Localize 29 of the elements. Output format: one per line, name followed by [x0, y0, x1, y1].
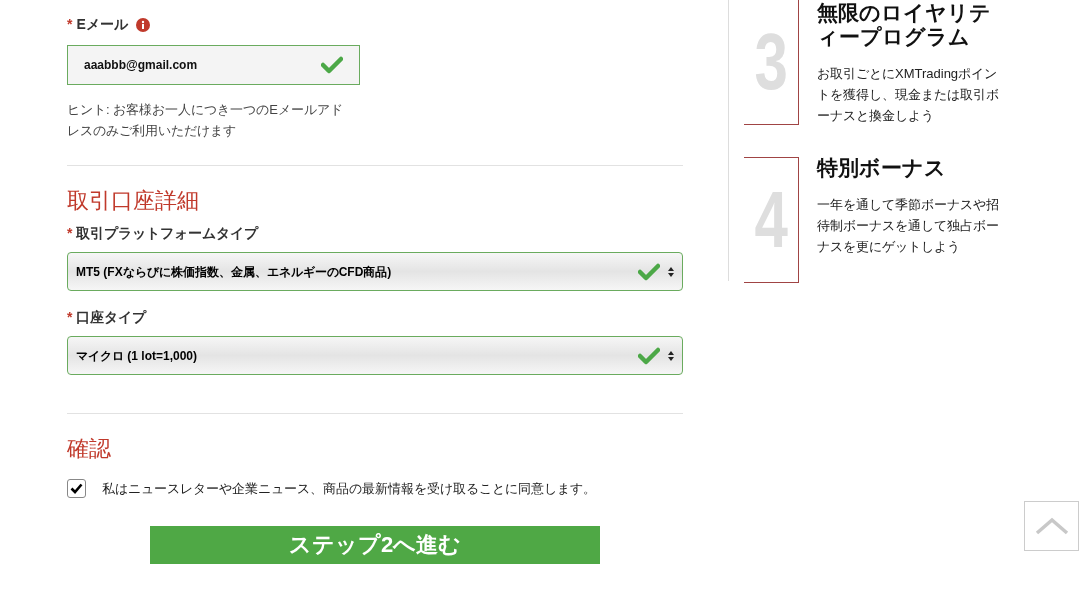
email-value: aaabbb@gmail.com	[84, 57, 199, 74]
check-icon	[321, 56, 343, 74]
feature-title: 無限のロイヤリティープログラム	[817, 1, 992, 49]
feature-text: 一年を通して季節ボーナスや招待制ボーナスを通して独占ボーナスを更にゲットしよう	[817, 196, 1000, 256]
required-asterisk: *	[67, 15, 73, 34]
feature-text: お取引ごとにXMTradingポイントを獲得し、現金または取引ボーナスと換金しよう	[817, 65, 1000, 125]
dropdown-arrows-icon	[668, 266, 674, 277]
consent-checkbox[interactable]	[67, 479, 86, 499]
info-icon	[135, 17, 150, 32]
section-title: 確認	[67, 435, 112, 463]
checkmark-icon	[70, 483, 83, 495]
dropdown-arrows-icon	[668, 350, 674, 361]
check-icon	[638, 346, 660, 365]
select-field[interactable]: MT5 (FXならびに株価指数、金属、エネルギーのCFD商品)	[67, 252, 683, 291]
chevron-up-icon	[1034, 517, 1069, 535]
field-label: Eメール	[76, 15, 128, 34]
field-label: 口座タイプ	[76, 308, 147, 327]
select-field[interactable]: マイクロ (1 lot=1,000)	[67, 336, 683, 375]
consent-text: 私はニュースレターや企業ニュース、商品の最新情報を受け取ることに同意します。	[102, 480, 596, 498]
required-asterisk: *	[67, 308, 73, 327]
required-asterisk: *	[67, 224, 73, 243]
feature-title: 特別ボーナス	[817, 156, 947, 180]
email-hint: ヒント: お客様お一人につき一つのEメールアドレスのみご利用いただけます	[67, 101, 344, 140]
section-title: 取引口座詳細	[67, 187, 200, 215]
select-value: マイクロ (1 lot=1,000)	[76, 347, 199, 365]
email-field[interactable]: aaabbb@gmail.com	[67, 45, 360, 85]
field-label: 取引プラットフォームタイプ	[76, 224, 259, 243]
select-value: MT5 (FXならびに株価指数、金属、エネルギーのCFD商品)	[76, 263, 393, 281]
check-icon	[638, 262, 660, 281]
